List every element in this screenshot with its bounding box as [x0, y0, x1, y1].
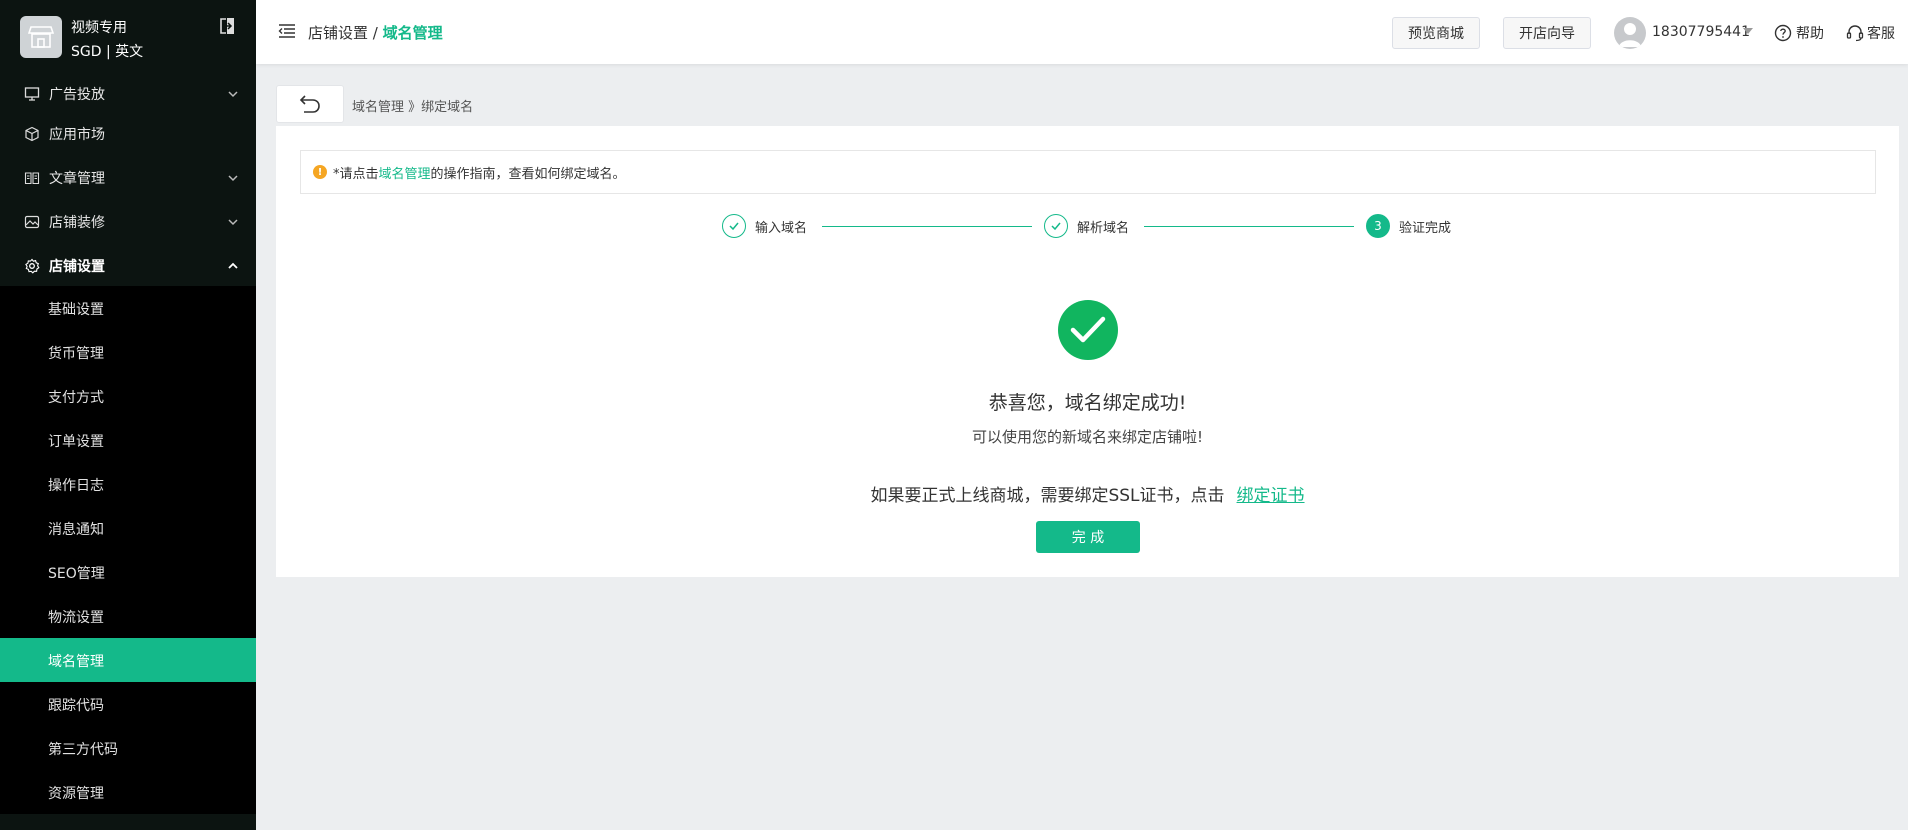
sidebar-item-label: 货币管理 — [48, 346, 104, 362]
step-resolve-domain: 解析域名 — [1044, 214, 1129, 238]
sidebar: 视频专用 SGD | 英文 广告投放 应用市场 文章管理 店铺装修 店铺设置 基… — [0, 0, 256, 830]
sidebar-item-app-market[interactable]: 应用市场 — [0, 114, 256, 154]
sidebar-item-logistics[interactable]: 物流设置 — [0, 594, 256, 638]
step-label: 解析域名 — [1077, 220, 1130, 236]
sidebar-item-label: 文章管理 — [49, 171, 105, 187]
sidebar-item-tracking-code[interactable]: 跟踪代码 — [0, 682, 256, 726]
cube-icon — [25, 126, 39, 142]
success-subtitle: 可以使用您的新域名来绑定店铺啦! — [971, 428, 1203, 446]
sidebar-item-label: 消息通知 — [48, 522, 104, 538]
notice-suffix: 的操作指南，查看如何绑定域名。 — [430, 166, 626, 182]
sidebar-item-label: 第三方代码 — [48, 742, 118, 758]
sidebar-item-label: 订单设置 — [48, 434, 104, 450]
shop-name: 视频专用 — [71, 20, 127, 36]
done-button[interactable]: 完 成 — [1036, 521, 1140, 553]
preview-store-button[interactable]: 预览商城 — [1392, 17, 1480, 49]
sidebar-item-label: 域名管理 — [48, 654, 104, 670]
sidebar-item-label: 资源管理 — [48, 786, 104, 802]
sidebar-item-payment[interactable]: 支付方式 — [0, 374, 256, 418]
sidebar-item-label: 店铺设置 — [49, 259, 105, 275]
sidebar-item-ads[interactable]: 广告投放 — [0, 74, 256, 114]
logout-icon[interactable] — [218, 16, 238, 36]
shop-settings-submenu: 基础设置 货币管理 支付方式 订单设置 操作日志 消息通知 SEO管理 物流设置… — [0, 286, 256, 814]
step-label: 输入域名 — [755, 220, 808, 236]
service-label: 客服 — [1867, 26, 1895, 42]
breadcrumb-current: 域名管理 — [382, 24, 443, 42]
sidebar-item-domain[interactable]: 域名管理 — [0, 638, 256, 682]
sidebar-item-label: 基础设置 — [48, 302, 104, 318]
sidebar-item-label: 支付方式 — [48, 390, 104, 406]
sidebar-item-operation-log[interactable]: 操作日志 — [0, 462, 256, 506]
top-header: 店铺设置 / 域名管理 预览商城 开店向导 18307795441 帮助 客服 — [256, 0, 1908, 64]
step-enter-domain: 输入域名 — [722, 214, 807, 238]
shop-avatar[interactable] — [20, 16, 62, 58]
guide-notice: ! *请点击 域名管理 的操作指南，查看如何绑定域名。 — [300, 150, 1876, 194]
breadcrumb-parent[interactable]: 店铺设置 — [308, 24, 368, 42]
sidebar-item-label: 操作日志 — [48, 478, 104, 494]
book-icon — [24, 172, 40, 185]
sidebar-item-label: SEO管理 — [48, 566, 105, 582]
ssl-text: 如果要正式上线商城，需要绑定SSL证书，点击 — [870, 486, 1225, 506]
domain-bind-card: ! *请点击 域名管理 的操作指南，查看如何绑定域名。 输入域名 解析域名 3 验… — [276, 126, 1899, 577]
step-verify-complete: 3 验证完成 — [1366, 214, 1451, 238]
sidebar-item-articles[interactable]: 文章管理 — [0, 158, 256, 198]
step-label: 验证完成 — [1399, 220, 1452, 236]
store-guide-button[interactable]: 开店向导 — [1503, 17, 1591, 49]
image-icon — [24, 215, 40, 229]
step-connector — [822, 226, 1032, 227]
bind-certificate-link[interactable]: 绑定证书 — [1237, 486, 1305, 506]
caret-down-icon[interactable] — [1743, 28, 1753, 34]
ssl-hint: 如果要正式上线商城，需要绑定SSL证书，点击 绑定证书 — [276, 481, 1899, 506]
check-icon — [722, 214, 746, 238]
sidebar-item-label: 应用市场 — [49, 127, 105, 143]
breadcrumb-separator: / — [368, 24, 383, 42]
sidebar-item-shop-settings[interactable]: 店铺设置 — [0, 246, 256, 286]
shop-currency-language: SGD | 英文 — [71, 44, 144, 60]
shop-header: 视频专用 SGD | 英文 — [0, 0, 256, 74]
store-icon — [28, 26, 54, 48]
menu-collapse-icon[interactable] — [278, 22, 296, 40]
sub-breadcrumb: 域名管理 》绑定域名 — [352, 100, 474, 115]
sidebar-item-third-party-code[interactable]: 第三方代码 — [0, 726, 256, 770]
step-number: 3 — [1366, 214, 1390, 238]
sidebar-item-resources[interactable]: 资源管理 — [0, 770, 256, 814]
chevron-down-icon — [228, 219, 238, 226]
sidebar-item-notifications[interactable]: 消息通知 — [0, 506, 256, 550]
chevron-down-icon — [228, 175, 238, 182]
notice-prefix: *请点击 — [333, 166, 379, 182]
back-arrow-icon — [299, 95, 320, 113]
breadcrumb: 店铺设置 / 域名管理 — [308, 22, 443, 43]
avatar[interactable] — [1614, 17, 1646, 49]
gear-icon — [25, 258, 40, 274]
sidebar-item-label: 广告投放 — [49, 87, 105, 103]
user-phone[interactable]: 18307795441 — [1652, 24, 1750, 40]
chevron-up-icon — [228, 262, 238, 269]
back-button[interactable] — [276, 85, 344, 123]
headset-icon — [1846, 25, 1864, 42]
sidebar-item-label: 物流设置 — [48, 610, 104, 626]
check-icon — [1044, 214, 1068, 238]
help-link[interactable]: 帮助 — [1774, 23, 1824, 43]
question-circle-icon — [1774, 24, 1792, 42]
sidebar-item-label: 跟踪代码 — [48, 698, 104, 714]
sidebar-item-seo[interactable]: SEO管理 — [0, 550, 256, 594]
chevron-down-icon — [228, 91, 238, 98]
step-connector — [1144, 226, 1354, 227]
sidebar-item-order-settings[interactable]: 订单设置 — [0, 418, 256, 462]
sidebar-item-basic-settings[interactable]: 基础设置 — [0, 286, 256, 330]
sidebar-item-currency[interactable]: 货币管理 — [0, 330, 256, 374]
sidebar-item-label: 店铺装修 — [49, 215, 105, 231]
warning-icon: ! — [313, 165, 327, 179]
domain-guide-link[interactable]: 域名管理 — [379, 163, 431, 182]
success-check-icon — [1058, 300, 1118, 360]
customer-service-link[interactable]: 客服 — [1846, 23, 1895, 43]
help-label: 帮助 — [1796, 26, 1824, 42]
user-icon — [1619, 23, 1641, 47]
success-title: 恭喜您，域名绑定成功! — [988, 392, 1187, 414]
sidebar-item-decoration[interactable]: 店铺装修 — [0, 202, 256, 242]
monitor-icon — [24, 87, 40, 101]
